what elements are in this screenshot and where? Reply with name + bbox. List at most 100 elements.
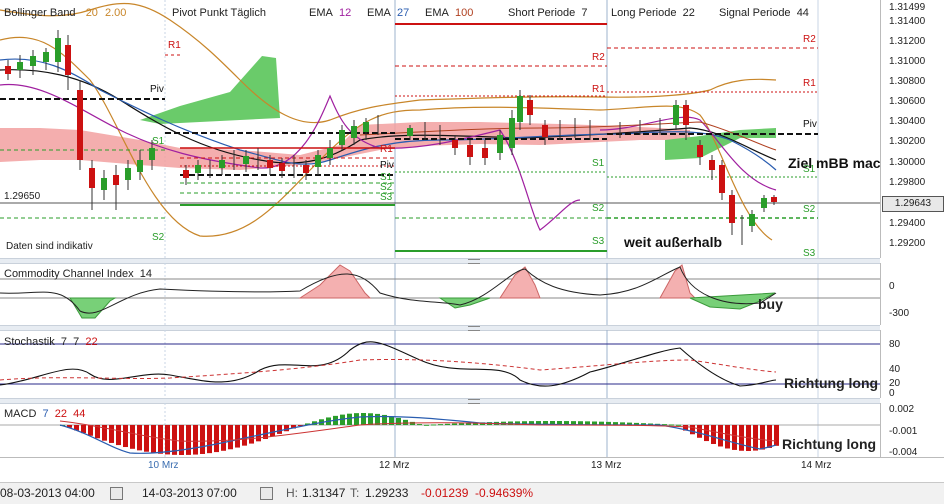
- macd-bar: [284, 425, 289, 432]
- price-scale-label: 1.29200: [889, 238, 926, 249]
- macd-bar: [368, 413, 373, 425]
- range-to[interactable]: 14-03-2013 07:00: [142, 486, 237, 500]
- macd-bar: [718, 425, 723, 447]
- macd-bar: [760, 425, 765, 450]
- macd-bar: [270, 425, 275, 437]
- macd-bar: [676, 424, 681, 426]
- cci-title: Commodity Channel Index 14: [4, 268, 152, 280]
- pivot-label: S2: [592, 203, 605, 214]
- stochastic-scale-label: 40: [889, 364, 901, 375]
- price-axis[interactable]: 1.31499 1.31400 1.31200 1.31000 1.30800 1.306…: [880, 0, 944, 258]
- macd-bar: [375, 413, 380, 425]
- price-scale-label: 1.31000: [889, 56, 926, 67]
- macd-bar: [697, 425, 702, 438]
- annotation-far-outside: weit außerhalb: [623, 234, 722, 250]
- macd-bar: [739, 425, 744, 451]
- x-axis-label: 12 Mrz: [379, 460, 410, 471]
- macd-bar: [452, 423, 457, 425]
- stochastic-scale-label: 80: [889, 339, 901, 350]
- pivot-label: Piv: [380, 160, 394, 171]
- macd-histogram: [60, 413, 779, 455]
- pivot-label: R1: [168, 40, 181, 51]
- macd-bar: [347, 413, 352, 425]
- pivot-label: S2: [152, 232, 165, 243]
- change-value: -0.01239: [421, 486, 469, 500]
- macd-bar: [403, 419, 408, 425]
- legend-bollinger[interactable]: Bollinger Band 20 2.00: [4, 7, 130, 19]
- cci-scale-label: 0: [889, 281, 895, 292]
- main-price-chart[interactable]: R1 Piv S1 S2 R2 R1 S1 S2 S3 R2 R1 Piv S1…: [0, 0, 911, 259]
- macd-bar: [130, 425, 135, 449]
- macd-bar: [151, 425, 156, 453]
- macd-bar: [228, 425, 233, 450]
- pivot-label: R2: [803, 34, 816, 45]
- pivot-label: S3: [803, 248, 816, 258]
- macd-svg: [0, 403, 880, 457]
- macd-bar: [354, 413, 359, 425]
- macd-title: MACD 7 22 44: [4, 408, 86, 420]
- stochastic-title: Stochastik 7 7 22: [4, 336, 98, 348]
- macd-bar: [235, 425, 240, 448]
- macd-bar: [277, 425, 282, 434]
- macd-bar: [249, 425, 254, 444]
- price-scale-label: 1.29400: [889, 218, 926, 229]
- price-scale-label: 1.31499: [889, 2, 926, 13]
- macd-bar: [158, 425, 163, 454]
- legend-signal-periode[interactable]: Signal Periode 44: [719, 7, 809, 19]
- legend-long-periode[interactable]: Long Periode 22: [611, 7, 695, 19]
- macd-bar: [459, 423, 464, 425]
- pivot-label: S3: [380, 192, 393, 203]
- price-scale-label: 1.30400: [889, 116, 926, 127]
- macd-scale-label: 0.002: [889, 404, 915, 415]
- macd-panel[interactable]: MACD 7 22 44 Richtung long: [0, 403, 880, 457]
- calendar-icon[interactable]: [110, 487, 123, 500]
- macd-bar: [256, 425, 261, 442]
- macd-bar: [753, 425, 758, 451]
- legend-pivot[interactable]: Pivot Punkt Täglich: [172, 7, 266, 19]
- pivot-label: Piv: [150, 84, 164, 95]
- macd-bar: [221, 425, 226, 451]
- range-from[interactable]: 08-03-2013 04:00: [0, 486, 95, 500]
- macd-bar: [207, 425, 212, 454]
- stochastic-annotation: Richtung long: [784, 375, 879, 391]
- legend-ema-100[interactable]: EMA 100: [425, 7, 473, 19]
- cci-annotation: buy: [758, 296, 783, 312]
- stochastic-svg: [0, 330, 880, 398]
- current-price-badge: 1.29643: [882, 196, 944, 212]
- legend-ema-27[interactable]: EMA 27: [367, 7, 409, 19]
- price-scale-label: 1.30600: [889, 96, 926, 107]
- legend-ema-12[interactable]: EMA 12: [309, 7, 351, 19]
- stochastic-panel[interactable]: Stochastik 7 7 22 Richtung long: [0, 330, 880, 398]
- pivot-label: R1: [380, 144, 393, 155]
- low-label: T:: [350, 486, 360, 500]
- macd-bar: [725, 425, 730, 449]
- cloud-red: [0, 122, 690, 170]
- macd-bar: [690, 425, 695, 435]
- cci-panel[interactable]: Commodity Channel Index 14 buy: [0, 263, 880, 325]
- pivot-label: R1: [592, 84, 605, 95]
- macd-bar: [774, 425, 779, 446]
- time-axis[interactable]: 10 Mrz 12 Mrz 13 Mrz 14 Mrz: [0, 457, 944, 483]
- legend-short-periode[interactable]: Short Periode 7: [508, 7, 588, 19]
- macd-bar: [445, 423, 450, 425]
- bollinger-upper: [0, 2, 777, 124]
- macd-bar: [123, 425, 128, 448]
- pivot-label: S1: [152, 136, 165, 147]
- macd-bar: [669, 424, 674, 426]
- x-axis-label: 10 Mrz: [148, 460, 179, 471]
- macd-scale-label: -0.001: [889, 426, 918, 437]
- status-bar: 08-03-2013 04:00 14-03-2013 07:00 H: 1.3…: [0, 482, 944, 504]
- main-chart-legend: Bollinger Band 20 2.00: [4, 7, 134, 19]
- macd-bar: [144, 425, 149, 452]
- disclaimer-text: Daten sind indikativ: [6, 241, 93, 252]
- calendar-icon[interactable]: [260, 487, 273, 500]
- pivot-label: S1: [592, 158, 605, 169]
- macd-annotation: Richtung long: [782, 436, 877, 452]
- pivot-label: R2: [592, 52, 605, 63]
- macd-bar: [193, 425, 198, 455]
- macd-bar: [81, 425, 86, 434]
- price-scale-label: 1.30000: [889, 157, 926, 168]
- stochastic-scale-label: 0: [889, 388, 895, 399]
- pivot-label: S2: [803, 204, 816, 215]
- macd-bar: [396, 417, 401, 425]
